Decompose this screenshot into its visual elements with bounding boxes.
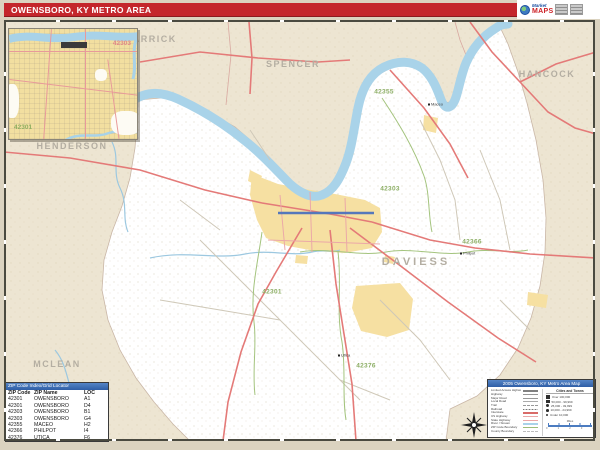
legend-cities: Cities and Towns Over 100,000 50,000 - 99… [542, 389, 594, 436]
city-symbol [546, 404, 549, 408]
zip-index-table: ZIP Code Index/Grid Locator ZIP Code ZIP… [5, 382, 109, 443]
map-legend: 2005 Owensboro, KY Metro Area Map Limite… [487, 379, 596, 438]
logo-brand-bottom: MAPS [532, 8, 554, 16]
logo-fineprint-block [555, 4, 569, 15]
inset-open-area [9, 84, 19, 118]
scale-bar: Miles 01234 [546, 419, 594, 430]
title-banner: OWENSBORO, KY METRO AREA [4, 3, 517, 17]
city-symbol [546, 399, 550, 404]
logo-fineprint-block [570, 4, 584, 15]
city-inset-map: 42303 42301 [8, 28, 138, 140]
zip-table-row: 42376 UTICA F6 [8, 434, 91, 441]
legend-line-symbols: Limited Access Highway Highway Major Road L… [491, 389, 539, 436]
pink-line-sample [523, 415, 538, 418]
city-symbol [546, 395, 550, 400]
dash-gray-line-sample [523, 405, 538, 407]
city-symbol [546, 413, 548, 416]
city-symbol [546, 409, 549, 412]
publisher-logo: Market MAPS [517, 0, 600, 19]
map-title: OWENSBORO, KY METRO AREA [11, 5, 152, 15]
zip-table-header: ZIP Code Index/Grid Locator [6, 383, 108, 390]
compass-rose-icon [461, 412, 487, 438]
pink-thin-line-sample [523, 419, 538, 421]
legend-item: County Boundary [491, 430, 539, 434]
thin-gray-line-sample [523, 401, 538, 403]
inset-zip-label: 42301 [14, 124, 33, 131]
blue-line-sample [523, 423, 538, 425]
city-class-row: Under 10,000 [546, 413, 594, 417]
gray-line-sample [523, 393, 538, 396]
zip-table-body: 42301 OWENSBORO A1 42301 OWENSBORO D4 42303 OWE… [6, 396, 108, 441]
inset-zip-label: 42303 [112, 40, 131, 47]
inset-open-area [95, 69, 107, 81]
gray-line-sample [523, 397, 538, 399]
thick-gray-line-sample [523, 389, 538, 392]
page: { "banner": { "title": "OWENSBORO, KY ME… [0, 0, 600, 450]
green-line-sample [523, 427, 538, 429]
red-line-sample [523, 412, 538, 414]
inset-road [9, 51, 137, 52]
dash-lt-line-sample [523, 430, 538, 432]
legend-title: 2005 Owensboro, KY Metro Area Map [488, 380, 595, 387]
rail-line-sample [523, 408, 538, 410]
cities-and-towns-header: Cities and Towns [546, 389, 594, 394]
globe-icon [520, 4, 530, 15]
inset-city-label-box [61, 42, 87, 48]
scale-ticks: 01234 [546, 426, 594, 430]
